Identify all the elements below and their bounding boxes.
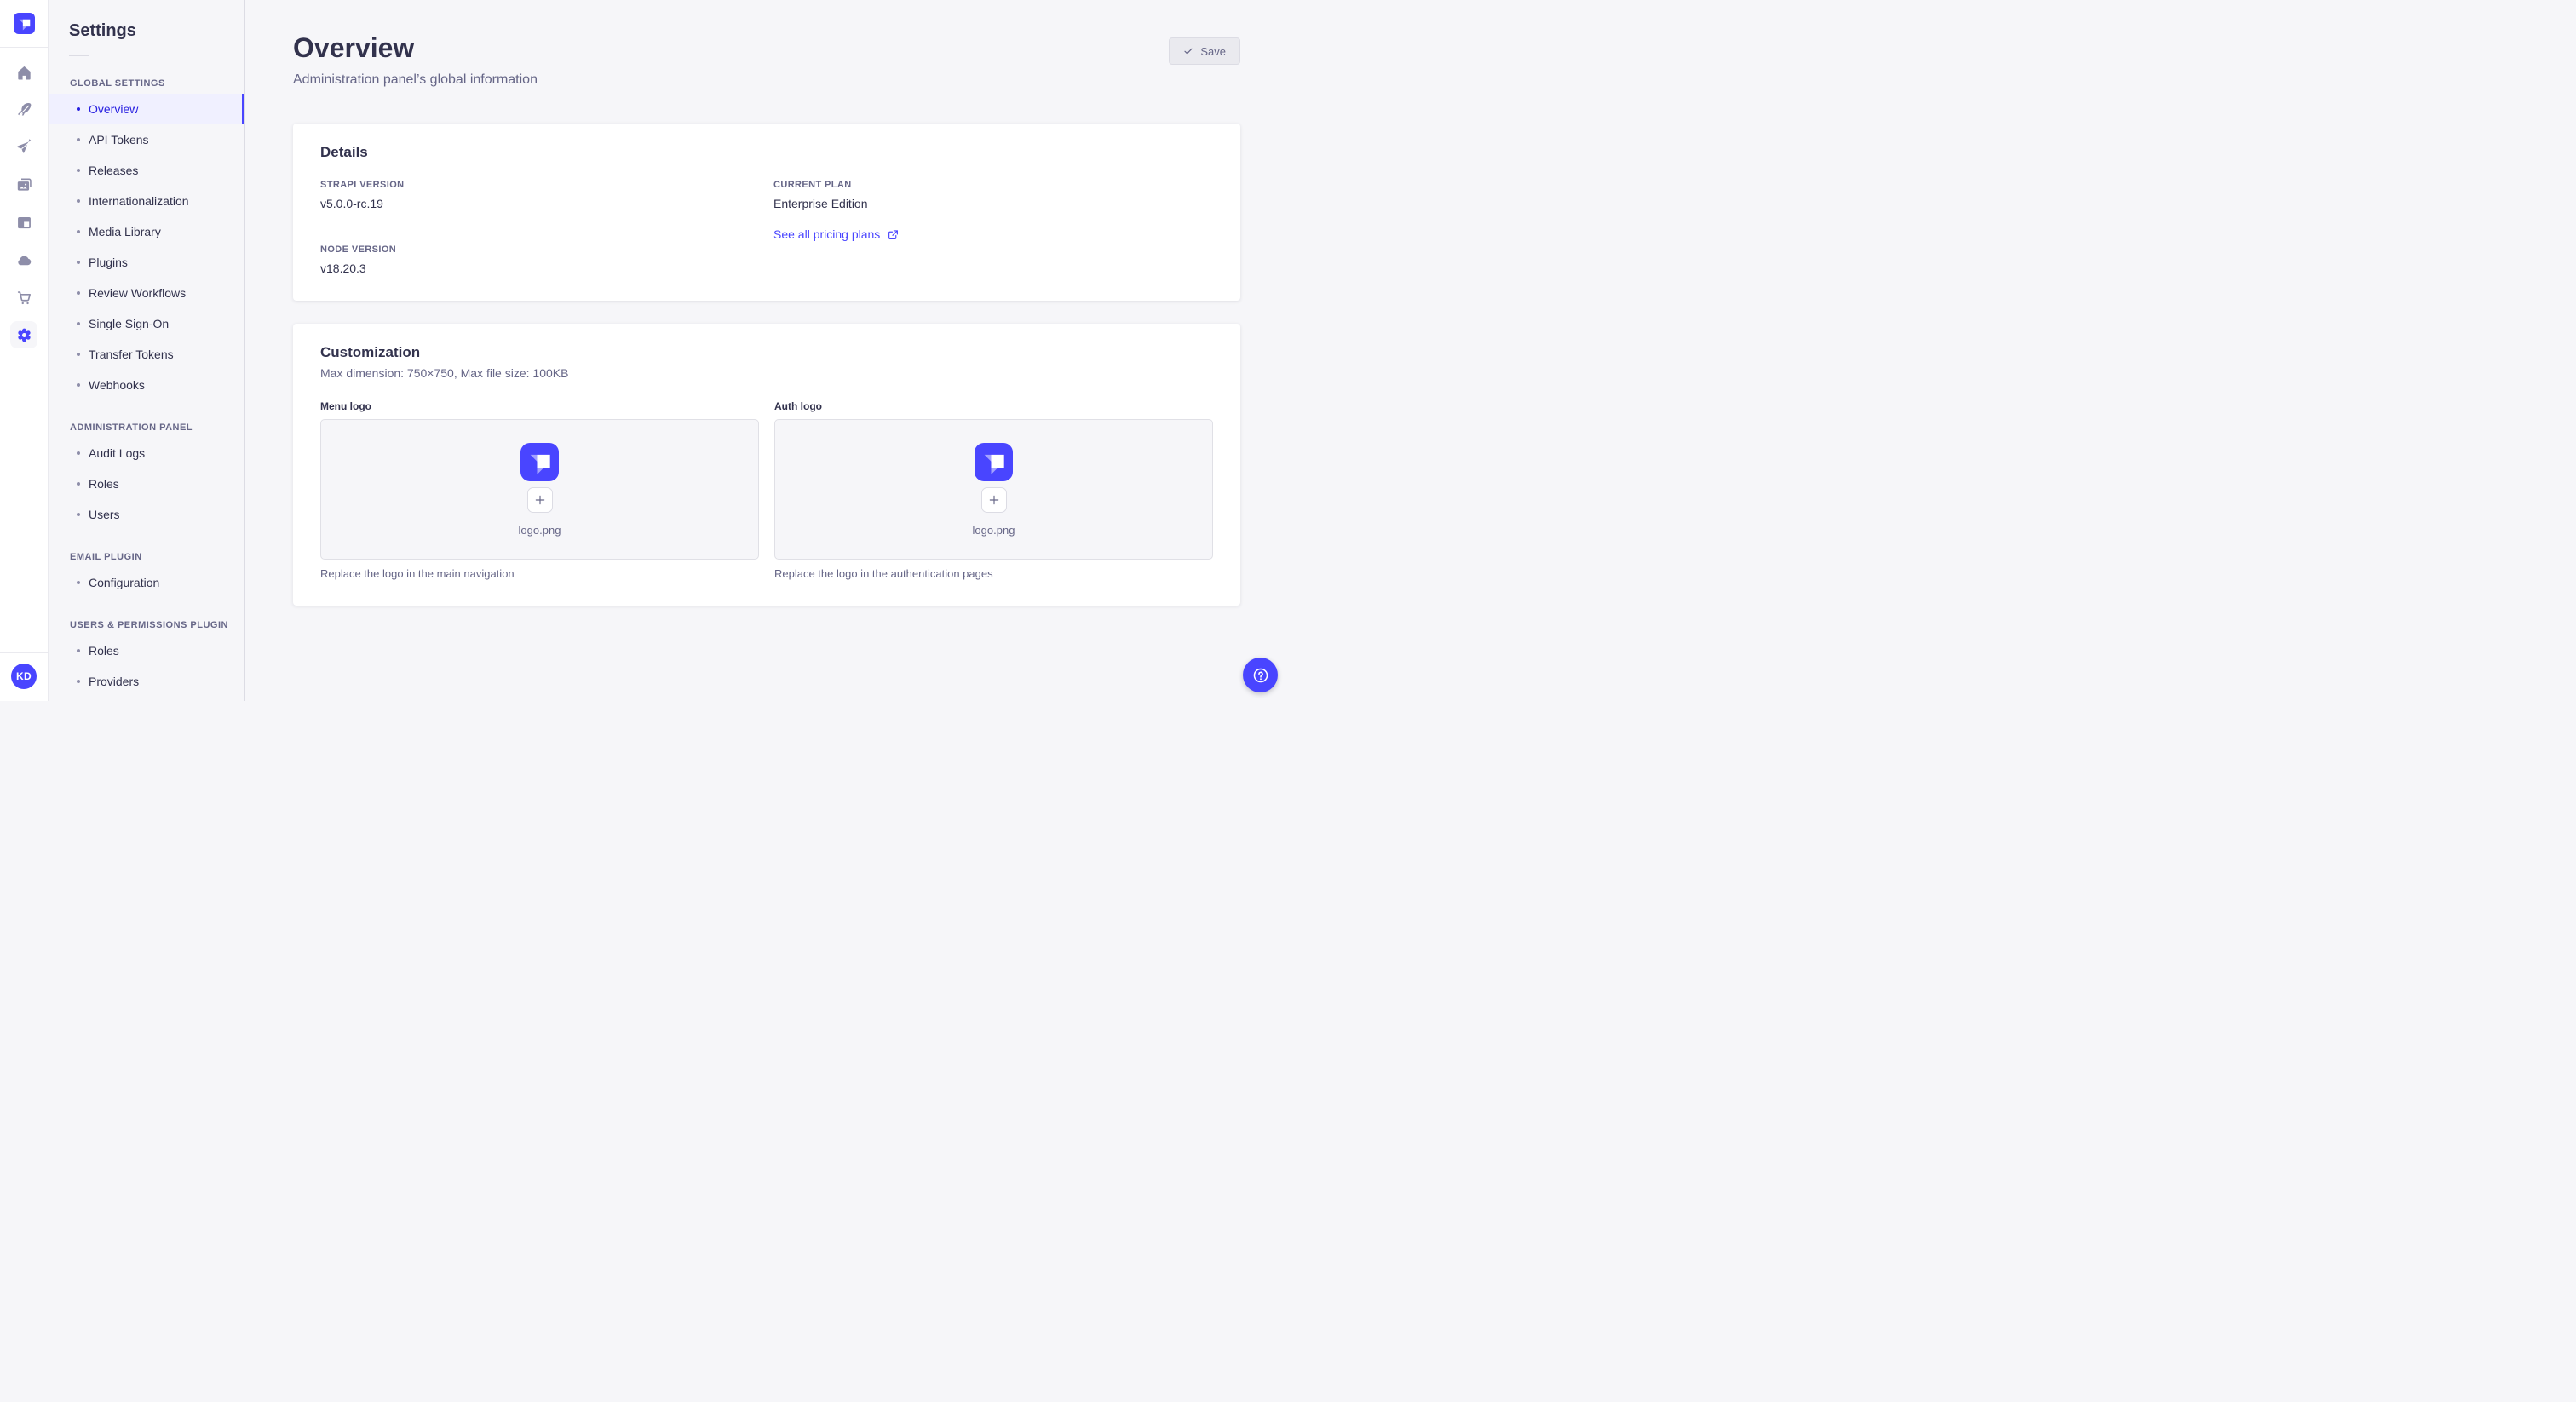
section-heading-global-settings: GLOBAL SETTINGS: [70, 78, 165, 89]
page-title: Overview: [293, 32, 415, 63]
rail-logo-section: [0, 0, 48, 48]
media-library-icon[interactable]: [10, 171, 37, 198]
bullet-icon: [77, 291, 80, 295]
subnav-item-transfer-tokens[interactable]: Transfer Tokens: [49, 339, 244, 370]
menu-logo-block: Menu logo logo.png Replace the logo in t…: [320, 400, 759, 580]
auth-logo-preview: [975, 442, 1013, 481]
bullet-icon: [77, 451, 80, 455]
auth-logo-label: Auth logo: [774, 400, 822, 412]
pricing-plans-link[interactable]: See all pricing plans: [773, 227, 899, 241]
bullet-icon: [77, 383, 80, 387]
check-icon: [1184, 48, 1193, 55]
subnav-item-api-tokens[interactable]: API Tokens: [49, 124, 244, 155]
strapi-version-field: STRAPI VERSION v5.0.0-rc.19: [320, 180, 405, 210]
gear-icon[interactable]: [10, 321, 37, 348]
subnav-item-up-providers[interactable]: Providers: [49, 666, 244, 697]
page-subtitle: Administration panel’s global informatio…: [293, 72, 538, 87]
rail-icon-list: [0, 48, 48, 652]
node-version-field: NODE VERSION v18.20.3: [320, 244, 397, 275]
subnav-item-internationalization[interactable]: Internationalization: [49, 186, 244, 216]
bullet-icon: [77, 169, 80, 172]
auth-logo-filename: logo.png: [972, 523, 1015, 537]
subnav-item-plugins[interactable]: Plugins: [49, 247, 244, 278]
bullet-icon: [77, 261, 80, 264]
customization-card: Customization Max dimension: 750×750, Ma…: [293, 324, 1240, 606]
section-heading-administration-panel: ADMINISTRATION PANEL: [70, 422, 193, 433]
subnav-item-webhooks[interactable]: Webhooks: [49, 370, 244, 400]
subnav-item-overview[interactable]: Overview: [49, 94, 244, 124]
bullet-icon: [77, 680, 80, 683]
menu-logo-filename: logo.png: [518, 523, 561, 537]
add-auth-logo-button[interactable]: [980, 486, 1007, 513]
subnav-item-up-roles[interactable]: Roles: [49, 635, 244, 666]
bullet-icon: [77, 649, 80, 652]
details-left-column: STRAPI VERSION v5.0.0-rc.19 NODE VERSION…: [320, 180, 760, 275]
section-heading-users-permissions-plugin: USERS & PERMISSIONS PLUGIN: [70, 620, 228, 630]
subnav-title: Settings: [69, 21, 136, 40]
cart-icon[interactable]: [10, 284, 37, 311]
bullet-icon: [77, 322, 80, 325]
menu-logo-dropzone[interactable]: logo.png: [320, 419, 759, 560]
subnav-divider: [69, 55, 89, 56]
bullet-icon: [77, 581, 80, 584]
main-content: Overview Administration panel’s global i…: [245, 0, 1288, 701]
bullet-icon: [77, 230, 80, 233]
menu-logo-preview: [520, 442, 559, 481]
current-plan-field: CURRENT PLAN Enterprise Edition: [773, 180, 868, 210]
subnav-item-admin-users[interactable]: Users: [49, 499, 244, 530]
bullet-icon: [77, 138, 80, 141]
bullet-icon: [77, 353, 80, 356]
subnav-item-review-workflows[interactable]: Review Workflows: [49, 278, 244, 308]
help-button[interactable]: [1243, 658, 1278, 692]
customization-card-subtitle: Max dimension: 750×750, Max file size: 1…: [320, 366, 569, 380]
bullet-icon: [77, 107, 80, 111]
layout-icon[interactable]: [10, 209, 37, 236]
plus-icon: [535, 495, 544, 504]
subnav-item-admin-roles[interactable]: Roles: [49, 468, 244, 499]
customization-card-title: Customization: [320, 344, 421, 360]
main-nav-rail: KD: [0, 0, 49, 701]
subnav-item-single-sign-on[interactable]: Single Sign-On: [49, 308, 244, 339]
bullet-icon: [77, 482, 80, 486]
paper-plane-icon[interactable]: [10, 134, 37, 161]
avatar[interactable]: KD: [11, 664, 37, 689]
rail-user-section: KD: [0, 652, 48, 701]
auth-logo-block: Auth logo logo.png Replace the logo in t…: [774, 400, 1213, 580]
menu-logo-hint: Replace the logo in the main navigation: [320, 567, 515, 580]
details-right-column: CURRENT PLAN Enterprise Edition See all …: [773, 180, 1213, 275]
subnav-item-media-library[interactable]: Media Library: [49, 216, 244, 247]
strapi-logo[interactable]: [13, 13, 35, 34]
details-card: Details STRAPI VERSION v5.0.0-rc.19 NODE…: [293, 124, 1240, 301]
auth-logo-dropzone[interactable]: logo.png: [774, 419, 1213, 560]
feather-icon[interactable]: [10, 96, 37, 124]
cloud-icon[interactable]: [10, 246, 37, 273]
plus-icon: [989, 495, 998, 504]
question-mark-icon: [1253, 668, 1268, 682]
section-heading-email-plugin: EMAIL PLUGIN: [70, 552, 142, 562]
add-menu-logo-button[interactable]: [526, 486, 553, 513]
subnav-item-audit-logs[interactable]: Audit Logs: [49, 438, 244, 468]
details-card-title: Details: [320, 144, 368, 160]
save-button[interactable]: Save: [1169, 37, 1240, 65]
strapi-admin-app: KD Settings GLOBAL SETTINGS Overview API…: [0, 0, 1288, 701]
auth-logo-hint: Replace the logo in the authentication p…: [774, 567, 993, 580]
external-link-icon: [888, 229, 899, 239]
bullet-icon: [77, 513, 80, 516]
bullet-icon: [77, 199, 80, 203]
subnav-item-email-configuration[interactable]: Configuration: [49, 567, 244, 598]
menu-logo-label: Menu logo: [320, 400, 371, 412]
subnav-item-releases[interactable]: Releases: [49, 155, 244, 186]
home-icon[interactable]: [10, 59, 37, 86]
settings-subnav: Settings GLOBAL SETTINGS Overview API To…: [49, 0, 245, 701]
page-header: Overview Administration panel’s global i…: [293, 0, 1240, 88]
